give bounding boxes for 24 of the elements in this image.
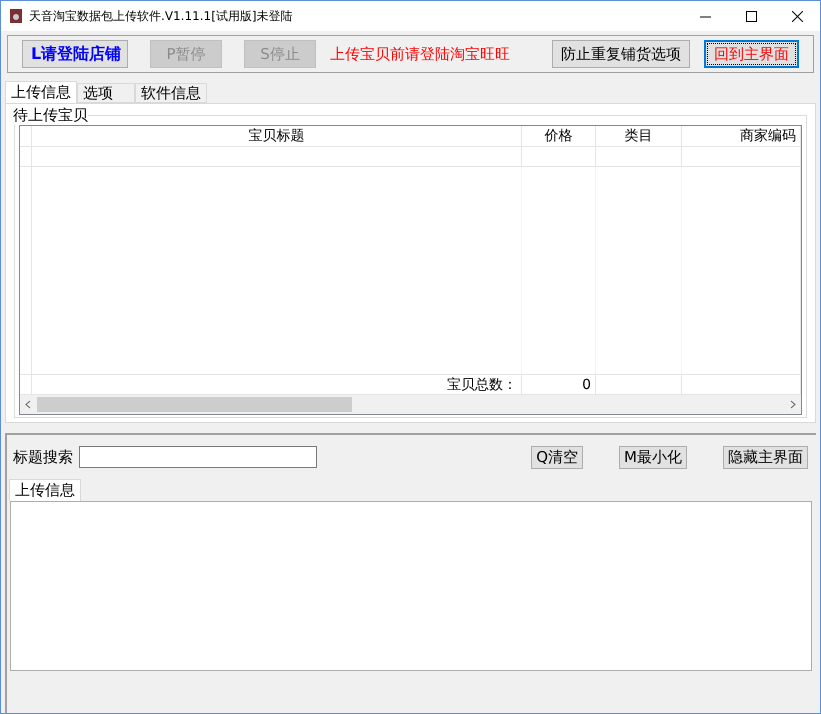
app-icon xyxy=(9,8,23,24)
window-title: 天音淘宝数据包上传软件.V1.11.1[试用版]未登陆 xyxy=(29,8,294,24)
action-button[interactable]: M最小化 xyxy=(619,446,687,468)
toolbar-button[interactable]: 防止重复铺货选项 xyxy=(552,40,690,68)
column-header[interactable]: 价格 xyxy=(522,126,596,146)
maximize-icon xyxy=(746,10,756,22)
search-field[interactable] xyxy=(79,446,317,468)
column-header[interactable]: 类目 xyxy=(596,126,682,146)
login-button[interactable]: L请登陆店铺 xyxy=(22,40,128,68)
column-header[interactable]: 宝贝标题 xyxy=(32,126,522,146)
total-count: 0 xyxy=(522,375,596,394)
tab[interactable]: 上传信息 xyxy=(5,81,77,103)
action-button[interactable]: 隐藏主界面 xyxy=(723,446,808,468)
search-label: 标题搜索 xyxy=(13,448,73,466)
tab[interactable]: 上传信息 xyxy=(9,479,81,501)
total-label: 宝贝总数： xyxy=(32,375,522,394)
group-title: 待上传宝贝 xyxy=(13,106,88,125)
close-icon xyxy=(792,10,802,22)
column-header[interactable]: 商家编码 xyxy=(682,126,801,146)
notice-text: 上传宝贝前请登陆淘宝旺旺 xyxy=(330,44,510,64)
action-button[interactable]: Q清空 xyxy=(531,446,584,468)
horizontal-scrollbar[interactable] xyxy=(20,395,801,414)
tab[interactable]: 软件信息 xyxy=(135,83,207,103)
tab[interactable]: 选项 xyxy=(77,83,135,103)
